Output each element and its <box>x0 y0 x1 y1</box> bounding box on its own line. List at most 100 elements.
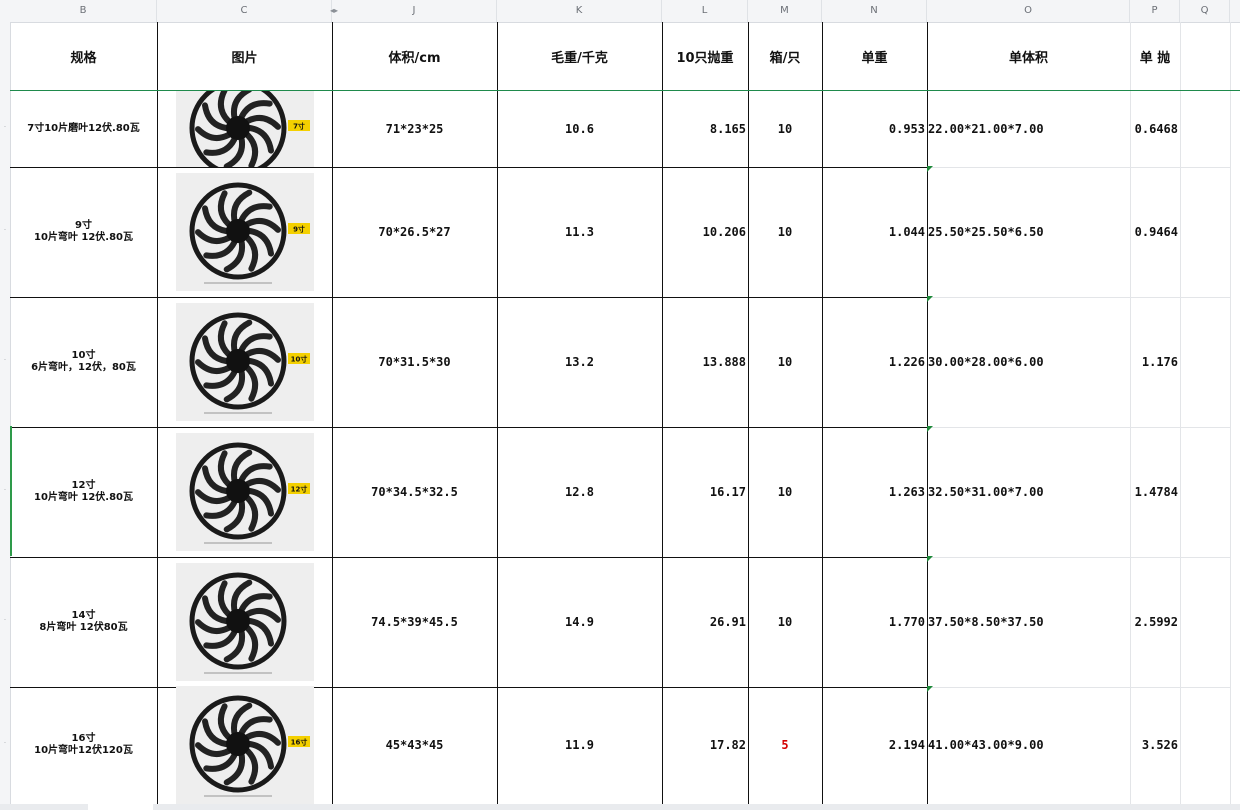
unit-throw-cell[interactable]: 1.176 <box>1130 296 1181 428</box>
per-box-cell[interactable]: 10 <box>748 166 823 298</box>
ten-pack-weight-cell[interactable]: 16.17 <box>662 426 749 558</box>
per-box-cell[interactable]: 10 <box>748 90 823 168</box>
unit-throw-cell[interactable]: 0.6468 <box>1130 90 1181 168</box>
unit-volume-cell[interactable]: 32.50*31.00*7.00 <box>927 426 1131 558</box>
col-header-b[interactable]: B <box>10 0 157 22</box>
image-cell[interactable] <box>157 556 333 688</box>
unit-throw-cell[interactable]: 1.4784 <box>1130 426 1181 558</box>
header-image[interactable]: 图片 <box>157 22 333 91</box>
header-ten-pack-weight[interactable]: 10只抛重 <box>662 22 749 91</box>
volume-cell[interactable]: 45*43*45 <box>332 686 498 805</box>
col-header-o[interactable]: O <box>927 0 1130 22</box>
row-number[interactable]: · <box>0 616 10 624</box>
fan-product-image[interactable]: 16寸 <box>175 686 314 804</box>
image-cell[interactable]: 16寸 <box>157 686 333 805</box>
comment-indicator-icon[interactable] <box>927 686 933 692</box>
header-spec[interactable]: 规格 <box>10 22 158 91</box>
volume-cell[interactable]: 74.5*39*45.5 <box>332 556 498 688</box>
ten-pack-weight-cell[interactable]: 10.206 <box>662 166 749 298</box>
empty-cell[interactable] <box>1180 296 1231 428</box>
header-per-box[interactable]: 箱/只 <box>748 22 823 91</box>
col-header-p[interactable]: P <box>1130 0 1180 22</box>
spec-cell[interactable]: 14寸 8片弯叶 12伏80瓦 <box>10 556 158 688</box>
per-box-cell[interactable]: 5 <box>748 686 823 805</box>
spec-cell[interactable]: 16寸 10片弯叶12伏120瓦 <box>10 686 158 805</box>
sheet-tab[interactable] <box>88 804 153 810</box>
header-unit-volume[interactable]: 单体积 <box>927 22 1131 91</box>
per-box-cell[interactable]: 10 <box>748 426 823 558</box>
comment-indicator-icon[interactable] <box>927 556 933 562</box>
fan-product-image[interactable]: 9寸 <box>175 172 314 291</box>
unit-weight-cell[interactable]: 1.226 <box>822 296 928 428</box>
gross-weight-cell[interactable]: 10.6 <box>497 90 663 168</box>
fan-product-image[interactable]: 10寸 <box>175 302 314 421</box>
unit-weight-cell[interactable]: 0.953 <box>822 90 928 168</box>
spec-cell[interactable]: 12寸 10片弯叶 12伏.80瓦 <box>10 426 158 558</box>
volume-cell[interactable]: 70*26.5*27 <box>332 166 498 298</box>
spec-cell[interactable]: 9寸 10片弯叶 12伏.80瓦 <box>10 166 158 298</box>
volume-cell[interactable]: 70*34.5*32.5 <box>332 426 498 558</box>
volume-cell[interactable]: 70*31.5*30 <box>332 296 498 428</box>
image-cell[interactable]: 9寸 <box>157 166 333 298</box>
row-number[interactable]: · <box>0 356 10 364</box>
comment-indicator-icon[interactable] <box>927 296 933 302</box>
unit-volume-cell[interactable]: 41.00*43.00*9.00 <box>927 686 1131 805</box>
row-number[interactable]: · <box>0 486 10 494</box>
empty-cell[interactable] <box>1180 166 1231 298</box>
unit-weight-cell[interactable]: 1.044 <box>822 166 928 298</box>
unit-throw-cell[interactable]: 3.526 <box>1130 686 1181 805</box>
comment-indicator-icon[interactable] <box>927 426 933 432</box>
unit-volume-cell[interactable]: 22.00*21.00*7.00 <box>927 90 1131 168</box>
empty-cell[interactable] <box>1180 556 1231 688</box>
unit-throw-cell[interactable]: 2.5992 <box>1130 556 1181 688</box>
volume-cell[interactable]: 71*23*25 <box>332 90 498 168</box>
header-unit-weight[interactable]: 单重 <box>822 22 928 91</box>
spec-cell[interactable]: 10寸 6片弯叶，12伏，80瓦 <box>10 296 158 428</box>
unit-volume-cell[interactable]: 25.50*25.50*6.50 <box>927 166 1131 298</box>
col-header-l[interactable]: L <box>662 0 748 22</box>
unit-weight-cell[interactable]: 2.194 <box>822 686 928 805</box>
comment-indicator-icon[interactable] <box>927 166 933 172</box>
per-box-cell[interactable]: 10 <box>748 556 823 688</box>
col-header-n[interactable]: N <box>822 0 927 22</box>
image-cell[interactable]: 12寸 <box>157 426 333 558</box>
header-unit-throw[interactable]: 单 抛 <box>1130 22 1181 91</box>
row-number[interactable]: · <box>0 739 10 747</box>
col-header-k[interactable]: K <box>497 0 662 22</box>
fan-product-image[interactable]: 12寸 <box>175 432 314 551</box>
unit-weight-cell[interactable]: 1.770 <box>822 556 928 688</box>
header-gross-weight[interactable]: 毛重/千克 <box>497 22 663 91</box>
unit-weight-cell[interactable]: 1.263 <box>822 426 928 558</box>
col-header-j[interactable]: J <box>332 0 497 22</box>
col-header-q[interactable]: Q <box>1180 0 1230 22</box>
row-number[interactable]: · <box>0 226 10 234</box>
empty-cell[interactable] <box>1180 90 1231 168</box>
column-header-bar: B C J K L M N O P Q ◂▸ <box>0 0 1240 23</box>
gross-weight-cell[interactable]: 13.2 <box>497 296 663 428</box>
unit-volume-cell[interactable]: 37.50*8.50*37.50 <box>927 556 1131 688</box>
unit-volume-cell[interactable]: 30.00*28.00*6.00 <box>927 296 1131 428</box>
ten-pack-weight-cell[interactable]: 8.165 <box>662 90 749 168</box>
spec-cell[interactable]: 7寸10片磨叶12伏.80瓦 <box>10 90 158 168</box>
col-header-m[interactable]: M <box>748 0 822 22</box>
gross-weight-cell[interactable]: 14.9 <box>497 556 663 688</box>
row-number[interactable]: · <box>0 123 10 131</box>
col-header-c[interactable]: C <box>157 0 332 22</box>
ten-pack-weight-cell[interactable]: 13.888 <box>662 296 749 428</box>
fan-product-image[interactable] <box>175 562 314 681</box>
image-cell[interactable]: 10寸 <box>157 296 333 428</box>
gross-weight-cell[interactable]: 11.9 <box>497 686 663 805</box>
header-volume[interactable]: 体积/cm <box>332 22 498 91</box>
unit-throw-cell[interactable]: 0.9464 <box>1130 166 1181 298</box>
hidden-columns-marker-icon[interactable]: ◂▸ <box>330 6 338 15</box>
ten-pack-weight-cell[interactable]: 17.82 <box>662 686 749 805</box>
gross-weight-cell[interactable]: 11.3 <box>497 166 663 298</box>
empty-cell[interactable] <box>1180 426 1231 558</box>
empty-cell[interactable] <box>1180 686 1231 805</box>
ten-pack-weight-cell[interactable]: 26.91 <box>662 556 749 688</box>
empty-cell-q[interactable] <box>1180 22 1231 91</box>
fan-product-image[interactable]: 7寸 <box>175 90 314 167</box>
image-cell[interactable]: 7寸 <box>157 90 333 168</box>
per-box-cell[interactable]: 10 <box>748 296 823 428</box>
gross-weight-cell[interactable]: 12.8 <box>497 426 663 558</box>
